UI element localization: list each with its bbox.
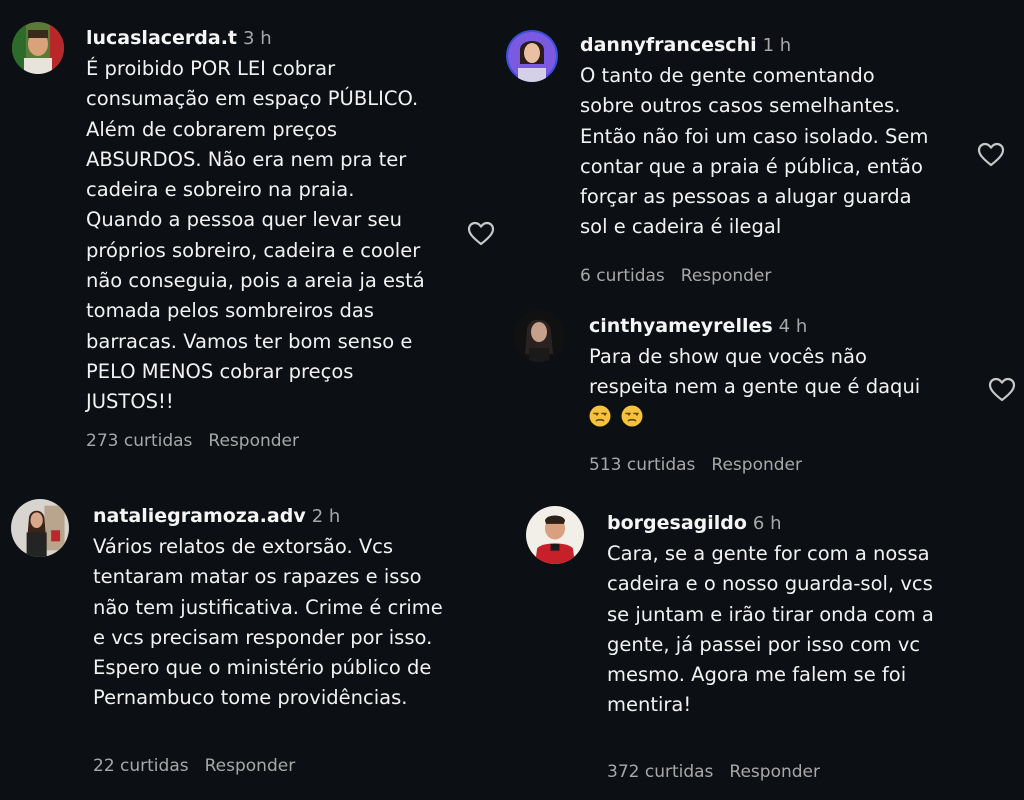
- comment-line: barracas. Vamos ter bom senso e: [86, 329, 413, 353]
- comment-username[interactable]: lucaslacerda.t: [86, 27, 237, 49]
- comment-text: Vários relatos de extorsão. Vcs tentaram…: [93, 532, 513, 714]
- avatar-nataliegramoza[interactable]: [11, 499, 69, 557]
- comment-line: próprios sobreiro, cadeira e cooler: [86, 238, 421, 262]
- comment-line: Cara, se a gente for com a nossa: [607, 542, 930, 565]
- comment-line: forçar as pessoas a alugar guarda: [580, 185, 912, 209]
- comment-line: Quando a pessoa quer levar seu: [86, 208, 403, 232]
- avatar-borgesagildo[interactable]: [526, 506, 584, 564]
- comment-line: tentaram matar os rapazes e isso: [93, 565, 422, 589]
- likes-count[interactable]: 372 curtidas: [607, 762, 713, 782]
- comment-time: 3 h: [243, 28, 272, 49]
- comment-username[interactable]: nataliegramoza.adv: [93, 505, 306, 527]
- heart-outline-icon[interactable]: [988, 377, 1016, 403]
- heart-outline-icon[interactable]: [467, 221, 495, 247]
- comment-line: Para de show que vocês não: [589, 345, 867, 368]
- likes-count[interactable]: 513 curtidas: [589, 455, 695, 475]
- comment-meta: 372 curtidas Responder: [607, 760, 820, 784]
- avatar-cinthyameyrelles[interactable]: [513, 310, 565, 362]
- comment-line: contar que a praia é pública, então: [580, 154, 923, 178]
- comment-meta: 6 curtidas Responder: [580, 264, 771, 288]
- comment-time: 2 h: [311, 506, 341, 527]
- comment-text: Para de show que vocês não respeita nem …: [589, 342, 979, 433]
- comment-line: sol e cadeira é ilegal: [580, 215, 782, 239]
- comment-line: respeita nem a gente que é daqui: [589, 375, 921, 399]
- avatar-lucaslacerda[interactable]: [12, 22, 64, 74]
- comment-line: O tanto de gente comentando: [580, 64, 875, 87]
- reply-button[interactable]: Responder: [681, 266, 772, 286]
- comment-text: O tanto de gente comentando sobre outros…: [580, 61, 970, 243]
- comments-screen: lucaslacerda.t 3 h É proibido POR LEI cob…: [0, 0, 1024, 800]
- comment-meta: 273 curtidas Responder: [86, 429, 299, 453]
- comment-line: Além de cobrarem preços: [86, 117, 338, 141]
- comment-line: cadeira e sobreiro na praia.: [86, 178, 355, 202]
- heart-outline-icon[interactable]: [977, 142, 1005, 168]
- likes-count[interactable]: 6 curtidas: [580, 266, 665, 286]
- comment-line: sobre outros casos semelhantes.: [580, 94, 901, 118]
- comment-line: Pernambuco tome providências.: [93, 686, 408, 710]
- comment-username[interactable]: borgesagildo: [607, 512, 747, 534]
- comment-line: Espero que o ministério público de: [93, 656, 432, 680]
- avatar-dannyfranceschi[interactable]: [506, 30, 558, 82]
- comment-line: ABSURDOS. Não era nem pra ter: [86, 147, 407, 171]
- comment-line: Vários relatos de extorsão. Vcs: [93, 535, 394, 558]
- unamused-face-emoji: [621, 405, 643, 427]
- comment-line: gente, já passei por isso com vc: [607, 632, 921, 656]
- comment-line: É proibido POR LEI cobrar: [86, 57, 336, 80]
- comment-username[interactable]: cinthyameyrelles: [589, 315, 773, 337]
- comment-line: mentira!: [607, 693, 692, 717]
- comment-line: mesmo. Agora me falem se foi: [607, 663, 907, 687]
- comment-username[interactable]: dannyfranceschi: [580, 34, 757, 56]
- comment-line: JUSTOS!!: [86, 390, 174, 414]
- comment-time: 4 h: [778, 316, 808, 337]
- comment-time: 1 h: [762, 35, 792, 56]
- reply-button[interactable]: Responder: [205, 756, 296, 776]
- comment-line: Então não foi um caso isolado. Sem: [580, 124, 929, 148]
- likes-count[interactable]: 22 curtidas: [93, 756, 189, 776]
- reply-button[interactable]: Responder: [729, 762, 820, 782]
- comment-meta: 513 curtidas Responder: [589, 453, 802, 477]
- emoji-line: [589, 403, 979, 433]
- reply-button[interactable]: Responder: [711, 455, 802, 475]
- comment-line: tomada pelos sombreiros das: [86, 299, 374, 323]
- comment-line: não tem justificativa. Crime é crime: [93, 595, 443, 619]
- comment-line: não conseguia, pois a areia ja está: [86, 269, 425, 293]
- reply-button[interactable]: Responder: [208, 431, 299, 451]
- comment-text: Cara, se a gente for com a nossa cadeira…: [607, 539, 1007, 721]
- comment-line: consumação em espaço PÚBLICO.: [86, 87, 419, 111]
- comment-line: PELO MENOS cobrar preços: [86, 359, 354, 383]
- comment-line: se juntam e irão tirar onda com a: [607, 602, 934, 626]
- comment-line: cadeira e o nosso guarda-sol, vcs: [607, 572, 933, 596]
- unamused-face-emoji: [589, 405, 611, 427]
- comment-meta: 22 curtidas Responder: [93, 754, 295, 778]
- comment-time: 6 h: [752, 513, 782, 534]
- comment-line: e vcs precisam responder por isso.: [93, 625, 433, 649]
- comment-text: É proibido POR LEI cobrar consumação em …: [86, 54, 476, 418]
- likes-count[interactable]: 273 curtidas: [86, 431, 192, 451]
